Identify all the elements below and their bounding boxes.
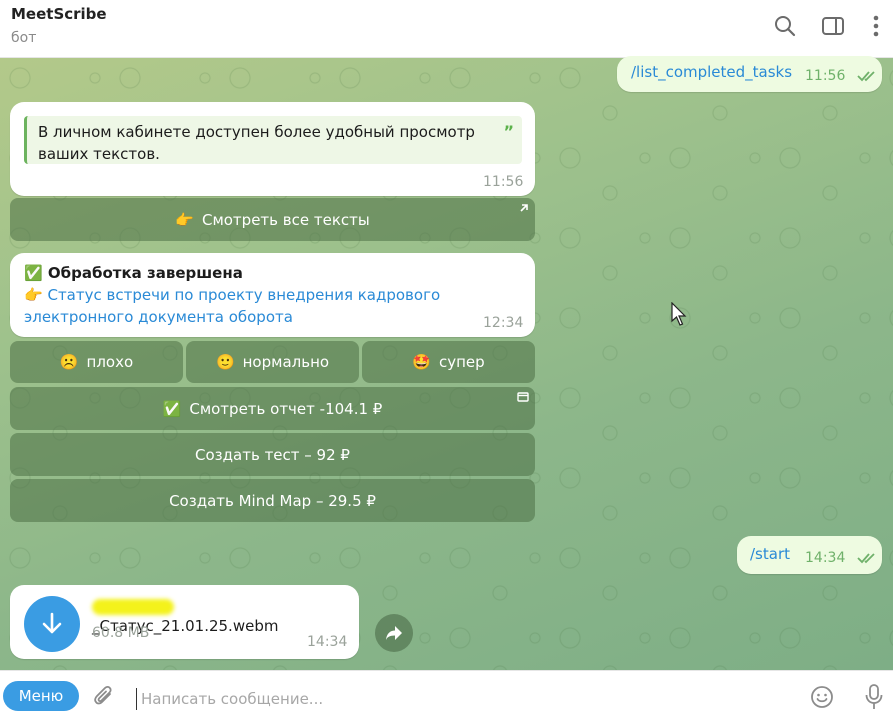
- create-test-button[interactable]: Создать тест – 92 ₽: [10, 433, 535, 476]
- sidebar-toggle-icon[interactable]: [820, 13, 846, 39]
- incoming-message-info[interactable]: В личном кабинете доступен более удобный…: [10, 102, 535, 196]
- chat-header: MeetScribe бот: [0, 0, 893, 58]
- external-link-arrow-icon: [520, 204, 528, 212]
- incoming-file-message[interactable]: _Статус_21.01.25.webm 60.8 MB 14:34: [10, 585, 359, 659]
- outgoing-message[interactable]: /list_completed_tasks 11:56: [617, 56, 882, 92]
- search-icon[interactable]: [772, 13, 798, 39]
- status-link-line-1[interactable]: 👉 Статус встречи по проекту внедрения ка…: [24, 284, 440, 306]
- button-label: Создать Mind Map – 29.5 ₽: [169, 491, 376, 510]
- rate-bad-button[interactable]: ☹️ плохо: [10, 341, 183, 383]
- download-button[interactable]: [24, 596, 80, 652]
- download-arrow-icon: [42, 612, 62, 634]
- message-time: 14:34: [805, 550, 846, 566]
- redacted-mark: [92, 599, 174, 615]
- forward-arrow-icon: [386, 626, 402, 640]
- chat-subtitle: бот: [11, 30, 37, 46]
- meeting-status-link[interactable]: Статус встречи по проекту внедрения кадр…: [47, 286, 440, 304]
- meeting-status-link-line-2[interactable]: электронного документа оборота: [24, 306, 293, 328]
- pointing-hand-icon: 👉: [24, 286, 43, 304]
- button-label: нормально: [242, 353, 330, 371]
- button-label: плохо: [86, 353, 134, 371]
- bot-menu-button[interactable]: Меню: [3, 681, 79, 711]
- button-label: Создать тест – 92 ₽: [195, 445, 350, 464]
- outgoing-message[interactable]: /start 14:34: [737, 536, 882, 574]
- done-title-text: Обработка завершена: [47, 264, 243, 282]
- button-label: Смотреть все тексты: [201, 210, 370, 229]
- microphone-icon[interactable]: [864, 683, 884, 711]
- emoji-smile-icon[interactable]: [810, 685, 834, 709]
- forward-button[interactable]: [375, 614, 413, 652]
- slightly-smiling-face-icon: 🙂: [215, 353, 235, 371]
- quote-block: В личном кабинете доступен более удобный…: [24, 116, 522, 164]
- rate-super-button[interactable]: 🤩 супер: [362, 341, 535, 383]
- attach-paperclip-icon[interactable]: [93, 685, 115, 709]
- incoming-message-done[interactable]: ✅ Обработка завершена 👉 Статус встречи п…: [10, 253, 535, 337]
- view-all-texts-button[interactable]: 👉 Смотреть все тексты: [10, 198, 535, 241]
- check-mark-icon: ✅: [24, 264, 43, 282]
- file-size: 60.8 MB: [92, 625, 150, 641]
- read-ticks-icon: [857, 71, 875, 82]
- web-app-icon: [517, 392, 529, 402]
- command-link[interactable]: /start: [750, 545, 790, 563]
- button-label: Смотреть отчет -104.1 ₽: [189, 399, 383, 418]
- command-link[interactable]: /list_completed_tasks: [631, 63, 792, 81]
- check-mark-icon: ✅: [162, 399, 182, 418]
- done-title: ✅ Обработка завершена: [24, 262, 243, 284]
- message-input[interactable]: [136, 688, 776, 710]
- mouse-cursor-icon: [671, 302, 687, 326]
- frowning-face-icon: ☹️: [59, 353, 79, 371]
- chat-title[interactable]: MeetScribe: [11, 5, 107, 23]
- quote-text: В личном кабинете доступен более удобный…: [38, 123, 475, 163]
- pointing-hand-icon: 👉: [175, 210, 194, 229]
- composer-bar: Меню: [0, 670, 893, 713]
- read-ticks-icon: [857, 553, 875, 564]
- rate-normal-button[interactable]: 🙂 нормально: [186, 341, 359, 383]
- message-time: 11:56: [483, 174, 524, 190]
- create-mind-map-button[interactable]: Создать Mind Map – 29.5 ₽: [10, 479, 535, 522]
- message-time: 14:34: [307, 634, 348, 650]
- message-time: 12:34: [483, 315, 524, 331]
- more-vertical-icon[interactable]: [863, 13, 889, 39]
- button-label: супер: [439, 353, 485, 371]
- view-report-button[interactable]: ✅ Смотреть отчет -104.1 ₽: [10, 387, 535, 430]
- quote-mark-icon: ”: [503, 122, 514, 141]
- message-time: 11:56: [805, 68, 846, 84]
- star-struck-face-icon: 🤩: [412, 353, 431, 371]
